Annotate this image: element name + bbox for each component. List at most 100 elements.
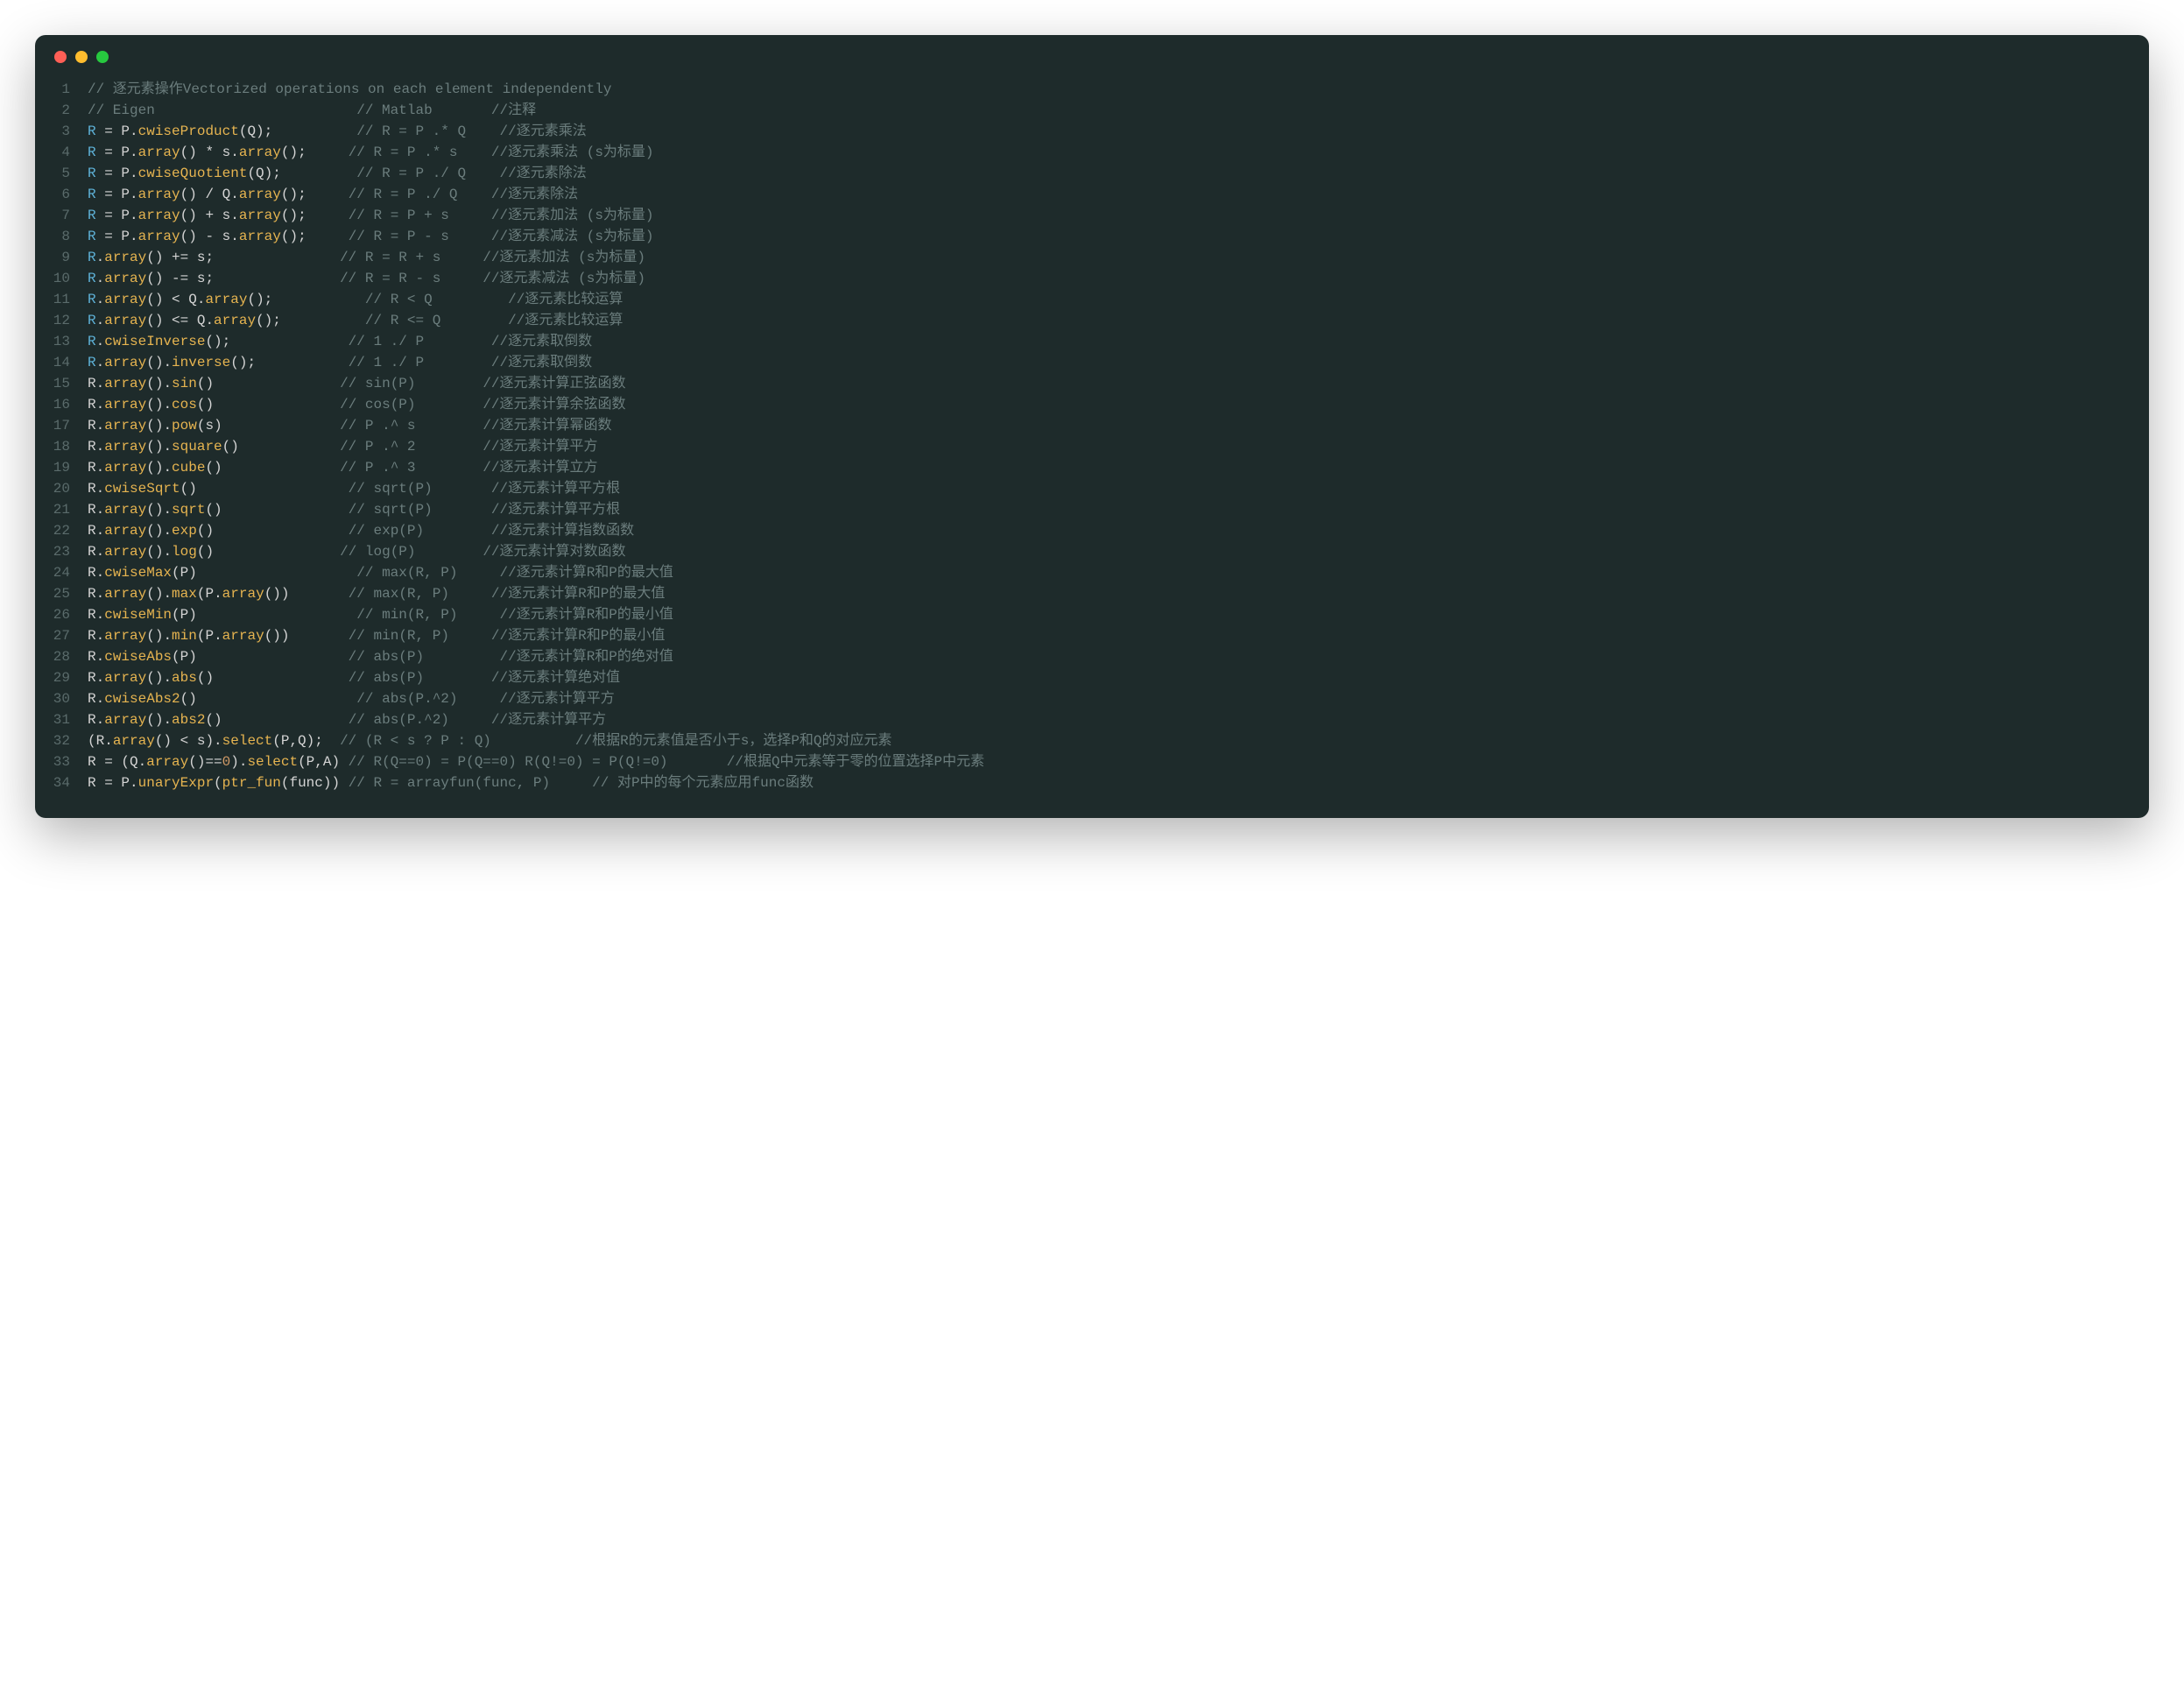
- token: ()): [264, 628, 349, 644]
- code-line: 9R.array() += s; // R = R + s //逐元素加法 (s…: [35, 247, 2149, 268]
- token: array: [113, 733, 155, 749]
- token: // R = P .* s //逐元素乘法 (s为标量): [349, 145, 654, 160]
- token: array: [239, 229, 281, 244]
- token: // abs(P.^2) //逐元素计算平方: [356, 691, 614, 707]
- token: ().: [146, 523, 172, 539]
- token: R: [88, 775, 96, 791]
- line-number: 7: [35, 205, 88, 226]
- code-area[interactable]: 1// 逐元素操作Vectorized operations on each e…: [35, 72, 2149, 818]
- token: array: [104, 502, 146, 518]
- token: array: [239, 187, 281, 202]
- code-content: // 逐元素操作Vectorized operations on each el…: [88, 79, 2149, 100]
- token: // R <= Q //逐元素比较运算: [365, 313, 623, 328]
- token: () - s.: [180, 229, 239, 244]
- token: sin: [172, 376, 197, 391]
- code-content: R = P.cwiseQuotient(Q); // R = P ./ Q //…: [88, 163, 2149, 184]
- code-line: 4R = P.array() * s.array(); // R = P .* …: [35, 142, 2149, 163]
- token: .: [96, 523, 105, 539]
- token: min: [172, 628, 197, 644]
- code-content: R = P.array() + s.array(); // R = P + s …: [88, 205, 2149, 226]
- token: .: [96, 313, 105, 328]
- code-content: R = P.unaryExpr(ptr_fun(func)) // R = ar…: [88, 772, 2149, 793]
- token: .: [96, 565, 105, 581]
- line-number: 23: [35, 541, 88, 562]
- token: array: [239, 145, 281, 160]
- token: array: [138, 229, 180, 244]
- token: // cos(P) //逐元素计算余弦函数: [340, 397, 625, 412]
- token: () < s).: [155, 733, 222, 749]
- token: = P.: [96, 123, 138, 139]
- token: .: [96, 502, 105, 518]
- token: array: [104, 418, 146, 434]
- token: ).: [230, 754, 247, 770]
- maximize-icon[interactable]: [96, 51, 109, 63]
- token: R: [88, 397, 96, 412]
- token: R: [88, 123, 96, 139]
- token: ().: [146, 670, 172, 686]
- token: // log(P) //逐元素计算对数函数: [340, 544, 625, 560]
- code-content: R.array().max(P.array()) // max(R, P) //…: [88, 583, 2149, 604]
- token: R: [88, 460, 96, 476]
- token: R: [88, 418, 96, 434]
- code-content: R.array().abs() // abs(P) //逐元素计算绝对值: [88, 667, 2149, 688]
- token: R: [88, 754, 96, 770]
- token: // R = P ./ Q //逐元素除法: [349, 187, 578, 202]
- token: // R = R - s //逐元素减法 (s为标量): [340, 271, 645, 286]
- line-number: 14: [35, 352, 88, 373]
- code-content: R.cwiseMax(P) // max(R, P) //逐元素计算R和P的最大…: [88, 562, 2149, 583]
- token: (Q);: [239, 123, 356, 139]
- line-number: 8: [35, 226, 88, 247]
- token: ().: [146, 439, 172, 455]
- code-line: 18R.array().square() // P .^ 2 //逐元素计算平方: [35, 436, 2149, 457]
- token: ().: [146, 460, 172, 476]
- code-content: R = P.cwiseProduct(Q); // R = P .* Q //逐…: [88, 121, 2149, 142]
- line-number: 20: [35, 478, 88, 499]
- code-line: 8R = P.array() - s.array(); // R = P - s…: [35, 226, 2149, 247]
- token: R: [88, 145, 96, 160]
- line-number: 15: [35, 373, 88, 394]
- token: (): [222, 439, 340, 455]
- token: = P.: [96, 775, 138, 791]
- token: ();: [256, 313, 365, 328]
- token: = P.: [96, 208, 138, 223]
- token: select: [222, 733, 273, 749]
- minimize-icon[interactable]: [75, 51, 88, 63]
- line-number: 1: [35, 79, 88, 100]
- line-number: 24: [35, 562, 88, 583]
- token: cwiseSqrt: [104, 481, 180, 497]
- token: (R.: [88, 733, 113, 749]
- token: ();: [247, 292, 364, 307]
- token: abs: [172, 670, 197, 686]
- code-line: 12R.array() <= Q.array(); // R <= Q //逐元…: [35, 310, 2149, 331]
- token: array: [104, 250, 146, 265]
- line-number: 17: [35, 415, 88, 436]
- token: array: [104, 523, 146, 539]
- code-line: 27R.array().min(P.array()) // min(R, P) …: [35, 625, 2149, 646]
- token: // R = R + s //逐元素加法 (s为标量): [340, 250, 645, 265]
- token: exp: [172, 523, 197, 539]
- token: max: [172, 586, 197, 602]
- token: R: [88, 586, 96, 602]
- token: cos: [172, 397, 197, 412]
- token: R: [88, 271, 96, 286]
- token: // sin(P) //逐元素计算正弦函数: [340, 376, 625, 391]
- line-number: 6: [35, 184, 88, 205]
- code-content: R.array() -= s; // R = R - s //逐元素减法 (s为…: [88, 268, 2149, 289]
- line-number: 11: [35, 289, 88, 310]
- token: (Q);: [247, 166, 356, 181]
- line-number: 33: [35, 751, 88, 772]
- code-content: R.array().abs2() // abs(P.^2) //逐元素计算平方: [88, 709, 2149, 730]
- token: R: [88, 565, 96, 581]
- token: (: [214, 775, 222, 791]
- token: .: [96, 397, 105, 412]
- token: inverse: [172, 355, 230, 370]
- token: // R = arrayfun(func, P) // 对P中的每个元素应用fu…: [349, 775, 814, 791]
- token: array: [104, 712, 146, 728]
- token: array: [104, 271, 146, 286]
- code-content: R.cwiseMin(P) // min(R, P) //逐元素计算R和P的最小…: [88, 604, 2149, 625]
- token: R: [88, 544, 96, 560]
- token: (func)): [281, 775, 349, 791]
- close-icon[interactable]: [54, 51, 67, 63]
- code-line: 34R = P.unaryExpr(ptr_fun(func)) // R = …: [35, 772, 2149, 793]
- token: ();: [281, 229, 349, 244]
